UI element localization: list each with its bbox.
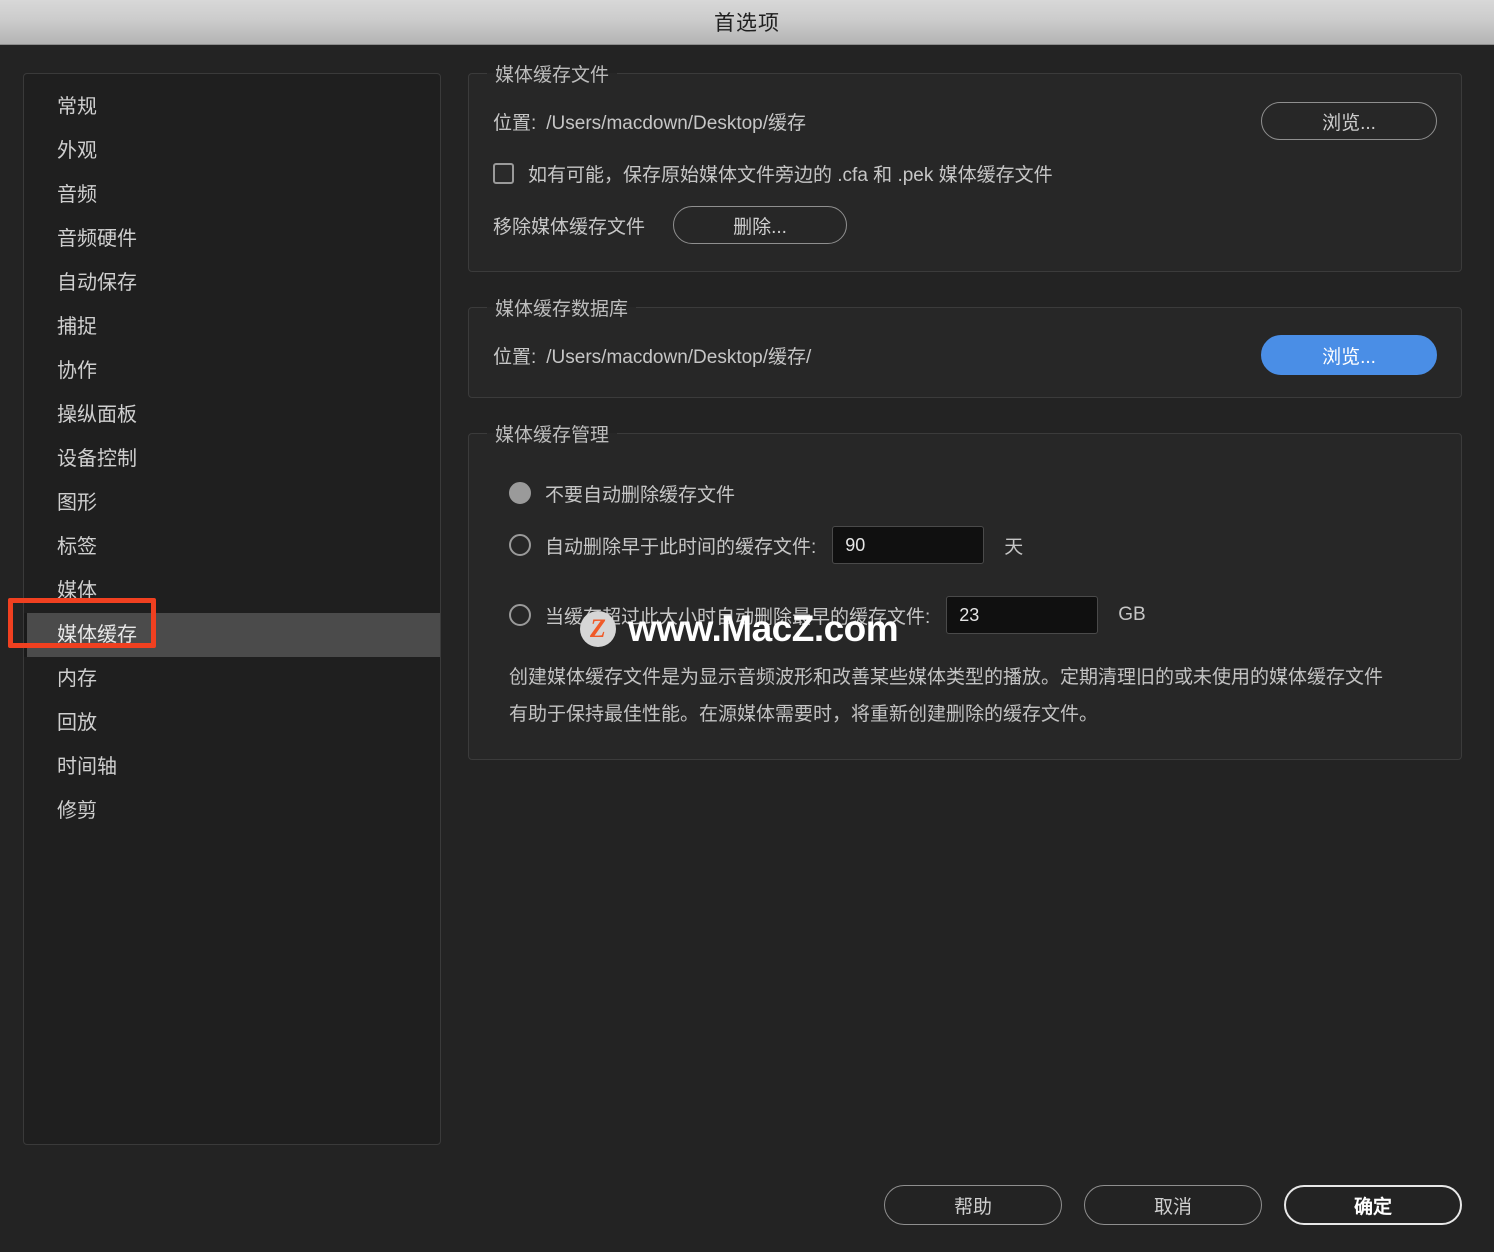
option-delete-over-size-label: 当缓存超过此大小时自动删除最早的缓存文件: xyxy=(545,606,931,628)
option-delete-over-size-row[interactable]: 当缓存超过此大小时自动删除最早的缓存文件: GB xyxy=(509,589,1437,641)
sidebar-item-2[interactable]: 音频 xyxy=(24,173,440,217)
cache-days-input[interactable] xyxy=(832,526,985,564)
sidebar-item-12[interactable]: 媒体缓存 xyxy=(24,613,440,657)
group-media-cache-database: 媒体缓存数据库 位置: /Users/macdown/Desktop/缓存/ 浏… xyxy=(468,294,1462,398)
database-location-value: /Users/macdown/Desktop/缓存/ xyxy=(546,346,812,368)
sidebar-item-7[interactable]: 操纵面板 xyxy=(24,393,440,437)
preferences-category-list[interactable]: 常规 外观 音频 音频硬件 自动保存 捕捉 协作 操纵面板 设备控制 图形 标签 媒体 媒体缓存 内存 回放… xyxy=(23,73,441,1145)
option-delete-older-than-label: 自动删除早于此时间的缓存文件: xyxy=(545,536,817,558)
sidebar-item-3[interactable]: 音频硬件 xyxy=(24,217,440,261)
sidebar-item-6[interactable]: 协作 xyxy=(24,349,440,393)
sidebar-item-16[interactable]: 修剪 xyxy=(24,789,440,833)
database-location-label: 位置: xyxy=(493,346,537,368)
group-media-cache-management: 媒体缓存管理 不要自动删除缓存文件 自动删除早于此时间的缓存文件: 天 当缓存超… xyxy=(468,420,1462,760)
media-cache-description: 创建媒体缓存文件是为显示音频波形和改善某些媒体类型的播放。定期清理旧的或未使用的… xyxy=(509,667,1384,725)
cache-location-row: 位置: /Users/macdown/Desktop/缓存 浏览... xyxy=(493,99,1437,143)
group-media-cache-management-legend: 媒体缓存管理 xyxy=(495,425,610,446)
sidebar-item-4[interactable]: 自动保存 xyxy=(24,261,440,305)
dialog-footer: 帮助 取消 确定 xyxy=(0,1185,1494,1225)
remove-cache-files-label: 移除媒体缓存文件 xyxy=(493,216,646,238)
database-location-row: 位置: /Users/macdown/Desktop/缓存/ 浏览... xyxy=(493,333,1437,377)
option-delete-older-than-radio[interactable] xyxy=(509,534,531,556)
sidebar-item-1[interactable]: 外观 xyxy=(24,129,440,173)
group-media-cache-files-legend: 媒体缓存文件 xyxy=(495,65,610,86)
cache-location-label: 位置: xyxy=(493,112,537,134)
preferences-main-panel: 媒体缓存文件 位置: /Users/macdown/Desktop/缓存 浏览.… xyxy=(468,60,1462,782)
window-titlebar: 首选项 xyxy=(0,0,1494,45)
window-title: 首选项 xyxy=(714,12,780,35)
sidebar-item-11[interactable]: 媒体 xyxy=(24,569,440,613)
sidebar-item-14[interactable]: 回放 xyxy=(24,701,440,745)
cache-location-value: /Users/macdown/Desktop/缓存 xyxy=(546,112,807,134)
sidebar-item-15[interactable]: 时间轴 xyxy=(24,745,440,789)
cache-size-input[interactable] xyxy=(946,596,1099,634)
ok-button[interactable]: 确定 xyxy=(1284,1185,1462,1225)
remove-cache-files-row: 移除媒体缓存文件 删除... xyxy=(493,203,1437,247)
cache-days-unit: 天 xyxy=(1004,536,1024,558)
sidebar-item-5[interactable]: 捕捉 xyxy=(24,305,440,349)
sidebar-item-9[interactable]: 图形 xyxy=(24,481,440,525)
cache-files-browse-button[interactable]: 浏览... xyxy=(1261,102,1437,140)
sidebar-item-13[interactable]: 内存 xyxy=(24,657,440,701)
cache-size-unit: GB xyxy=(1118,604,1146,625)
sidebar-item-10[interactable]: 标签 xyxy=(24,525,440,569)
save-next-to-originals-label: 如有可能，保存原始媒体文件旁边的 .cfa 和 .pek 媒体缓存文件 xyxy=(528,164,1053,186)
sidebar-item-0[interactable]: 常规 xyxy=(24,85,440,129)
help-button[interactable]: 帮助 xyxy=(884,1185,1062,1225)
save-next-to-originals-row[interactable]: 如有可能，保存原始媒体文件旁边的 .cfa 和 .pek 媒体缓存文件 xyxy=(493,151,1437,195)
option-delete-over-size-radio[interactable] xyxy=(509,604,531,626)
save-next-to-originals-checkbox[interactable] xyxy=(493,162,514,184)
option-never-delete-row[interactable]: 不要自动删除缓存文件 xyxy=(509,467,1437,519)
option-never-delete-label: 不要自动删除缓存文件 xyxy=(545,484,736,506)
cancel-button[interactable]: 取消 xyxy=(1084,1185,1262,1225)
option-delete-older-than-row[interactable]: 自动删除早于此时间的缓存文件: 天 xyxy=(509,519,1437,571)
sidebar-list: 常规 外观 音频 音频硬件 自动保存 捕捉 协作 操纵面板 设备控制 图形 标签 媒体 媒体缓存 内存 回放… xyxy=(24,74,440,833)
sidebar-item-8[interactable]: 设备控制 xyxy=(24,437,440,481)
delete-cache-files-button[interactable]: 删除... xyxy=(673,206,848,244)
group-media-cache-files: 媒体缓存文件 位置: /Users/macdown/Desktop/缓存 浏览.… xyxy=(468,60,1462,272)
database-browse-button[interactable]: 浏览... xyxy=(1261,335,1437,375)
group-media-cache-database-legend: 媒体缓存数据库 xyxy=(495,299,629,320)
option-never-delete-radio[interactable] xyxy=(509,482,531,504)
